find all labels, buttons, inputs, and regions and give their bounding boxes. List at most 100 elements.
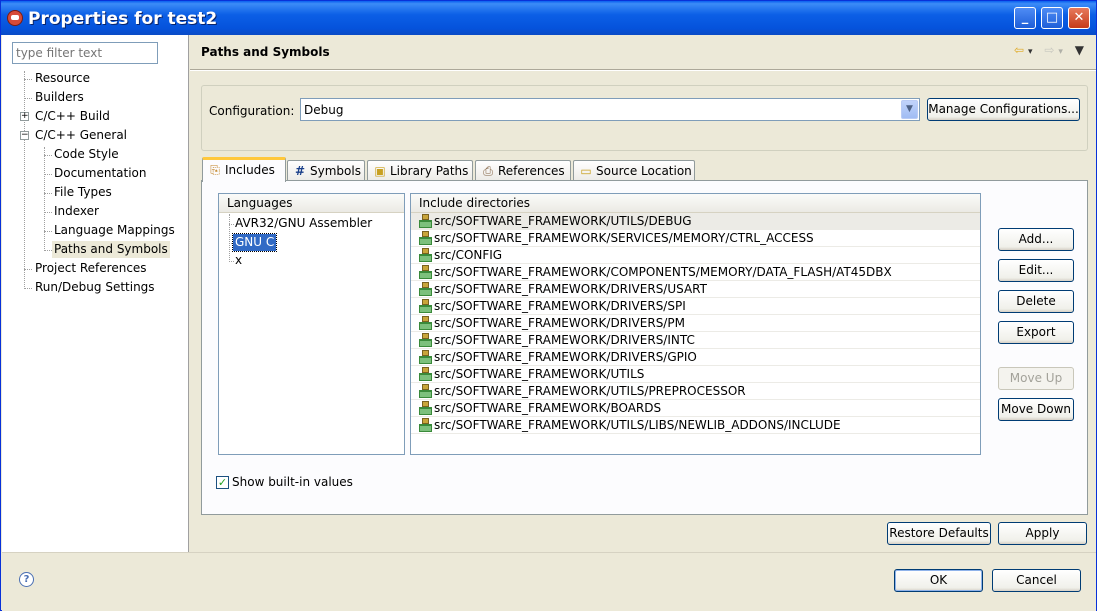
restore-defaults-button[interactable]: Restore Defaults: [887, 522, 991, 545]
configuration-label: Configuration:: [209, 104, 295, 118]
language-item[interactable]: x: [233, 252, 244, 269]
configuration-group: Configuration: Debug ▼ Manage Configurat…: [201, 85, 1088, 151]
apply-button[interactable]: Apply: [998, 522, 1087, 545]
tab-label: Includes: [225, 163, 275, 177]
library-icon: ▣: [374, 164, 386, 178]
window-title: Properties for test2: [28, 9, 218, 29]
dialog-button-bar: OK Cancel: [2, 552, 1096, 611]
view-menu-icon[interactable]: ▼: [1075, 43, 1088, 57]
title-bar: Properties for test2 _ □ ✕: [1, 1, 1096, 35]
move-down-button[interactable]: Move Down: [998, 398, 1074, 421]
include-row[interactable]: src/SOFTWARE_FRAMEWORK/DRIVERS/SPI: [411, 298, 980, 315]
folder-icon: ▭: [580, 164, 592, 178]
nav-item-code-style[interactable]: Code Style: [54, 146, 119, 163]
include-row[interactable]: src/SOFTWARE_FRAMEWORK/SERVICES/MEMORY/C…: [411, 230, 980, 247]
nav-item-language-mappings[interactable]: Language Mappings: [54, 222, 175, 239]
include-path-icon: [419, 350, 432, 364]
nav-item-builders[interactable]: Builders: [35, 89, 84, 106]
header-separator: [190, 69, 1096, 71]
tab-source-location[interactable]: ▭ Source Location: [573, 160, 695, 181]
properties-dialog: Properties for test2 _ □ ✕ Resource Buil…: [0, 0, 1097, 611]
expand-icon[interactable]: +: [20, 112, 29, 121]
configuration-select[interactable]: Debug ▼: [300, 98, 920, 121]
language-item[interactable]: GNU C: [231, 233, 278, 252]
include-row[interactable]: src/SOFTWARE_FRAMEWORK/UTILS/DEBUG: [411, 213, 980, 230]
preference-nav: Resource Builders + C/C++ Build − C/C++ …: [2, 35, 189, 552]
tab-library-paths[interactable]: ▣ Library Paths: [367, 160, 473, 181]
forward-menu-icon[interactable]: ▾: [1058, 47, 1067, 57]
include-path-icon: [419, 265, 432, 279]
property-page: Paths and Symbols ⇦▾ ⇨▾ ▼ Configuration:…: [190, 35, 1096, 552]
tab-label: Symbols: [310, 164, 361, 178]
include-path-icon: [419, 333, 432, 347]
collapse-icon[interactable]: −: [20, 131, 29, 140]
forward-arrow-icon[interactable]: ⇨: [1044, 43, 1058, 57]
minimize-button[interactable]: _: [1014, 7, 1036, 29]
include-path-icon: [419, 367, 432, 381]
cancel-button[interactable]: Cancel: [992, 569, 1081, 592]
include-directories-list[interactable]: Include directories src/SOFTWARE_FRAMEWO…: [410, 193, 981, 455]
show-builtin-label: Show built-in values: [232, 475, 353, 489]
language-item[interactable]: AVR32/GNU Assembler: [233, 215, 374, 232]
include-path-icon: [419, 248, 432, 262]
maximize-button[interactable]: □: [1041, 7, 1063, 29]
delete-button[interactable]: Delete: [998, 290, 1074, 313]
chevron-down-icon[interactable]: ▼: [901, 100, 918, 119]
include-path-icon: [419, 316, 432, 330]
nav-item-documentation[interactable]: Documentation: [54, 165, 147, 182]
include-row[interactable]: src/SOFTWARE_FRAMEWORK/COMPONENTS/MEMORY…: [411, 264, 980, 281]
include-path-icon: [419, 282, 432, 296]
configuration-value: Debug: [304, 103, 344, 117]
page-title: Paths and Symbols: [201, 45, 330, 59]
nav-item-resource[interactable]: Resource: [35, 70, 90, 87]
include-row[interactable]: src/SOFTWARE_FRAMEWORK/DRIVERS/GPIO: [411, 349, 980, 366]
tab-references[interactable]: ⎙ References: [475, 160, 571, 181]
nav-item-file-types[interactable]: File Types: [54, 184, 112, 201]
tab-label: Library Paths: [390, 164, 469, 178]
add-button[interactable]: Add...: [998, 228, 1074, 251]
export-button[interactable]: Export: [998, 321, 1074, 344]
hash-icon: #: [294, 164, 306, 178]
includes-panel: Languages AVR32/GNU Assembler GNU C x In…: [201, 180, 1088, 515]
tab-symbols[interactable]: # Symbols: [287, 160, 365, 181]
app-icon: [7, 10, 23, 26]
languages-header: Languages: [219, 194, 404, 213]
include-row[interactable]: src/SOFTWARE_FRAMEWORK/DRIVERS/INTC: [411, 332, 980, 349]
nav-item-cpp-general[interactable]: C/C++ General: [35, 127, 127, 144]
references-icon: ⎙: [483, 164, 493, 178]
show-builtin-checkbox[interactable]: ✓: [216, 476, 229, 489]
include-path-icon: [419, 384, 432, 398]
include-row[interactable]: src/SOFTWARE_FRAMEWORK/UTILS/PREPROCESSO…: [411, 383, 980, 400]
nav-item-project-references[interactable]: Project References: [35, 260, 147, 277]
tab-label: References: [498, 164, 565, 178]
include-path-icon: [419, 401, 432, 415]
languages-list[interactable]: Languages AVR32/GNU Assembler GNU C x: [218, 193, 405, 455]
back-arrow-icon[interactable]: ⇦: [1014, 43, 1028, 57]
back-menu-icon[interactable]: ▾: [1028, 47, 1037, 57]
include-path-icon: [419, 214, 432, 228]
tab-includes[interactable]: ⎘ Includes: [202, 157, 286, 182]
manage-configurations-button[interactable]: Manage Configurations...: [927, 98, 1080, 121]
close-button[interactable]: ✕: [1068, 7, 1090, 29]
edit-button[interactable]: Edit...: [998, 259, 1074, 282]
include-path-icon: [419, 231, 432, 245]
filter-input[interactable]: [12, 42, 158, 64]
include-path-icon: [419, 418, 432, 432]
history-nav: ⇦▾ ⇨▾ ▼: [1014, 43, 1088, 57]
nav-item-indexer[interactable]: Indexer: [54, 203, 99, 220]
nav-item-run-debug-settings[interactable]: Run/Debug Settings: [35, 279, 155, 296]
include-directories-header: Include directories: [411, 194, 980, 213]
includes-icon: ⎘: [210, 163, 220, 177]
include-row[interactable]: src/SOFTWARE_FRAMEWORK/BOARDS: [411, 400, 980, 417]
tab-label: Source Location: [596, 164, 692, 178]
include-row[interactable]: src/SOFTWARE_FRAMEWORK/UTILS/LIBS/NEWLIB…: [411, 417, 980, 434]
move-up-button[interactable]: Move Up: [998, 367, 1074, 390]
ok-button[interactable]: OK: [894, 569, 983, 592]
include-row[interactable]: src/SOFTWARE_FRAMEWORK/DRIVERS/USART: [411, 281, 980, 298]
include-row[interactable]: src/CONFIG: [411, 247, 980, 264]
nav-item-paths-and-symbols[interactable]: Paths and Symbols: [52, 241, 170, 258]
include-row[interactable]: src/SOFTWARE_FRAMEWORK/UTILS: [411, 366, 980, 383]
help-icon[interactable]: ?: [19, 572, 34, 587]
nav-item-cpp-build[interactable]: C/C++ Build: [35, 108, 110, 125]
include-row[interactable]: src/SOFTWARE_FRAMEWORK/DRIVERS/PM: [411, 315, 980, 332]
